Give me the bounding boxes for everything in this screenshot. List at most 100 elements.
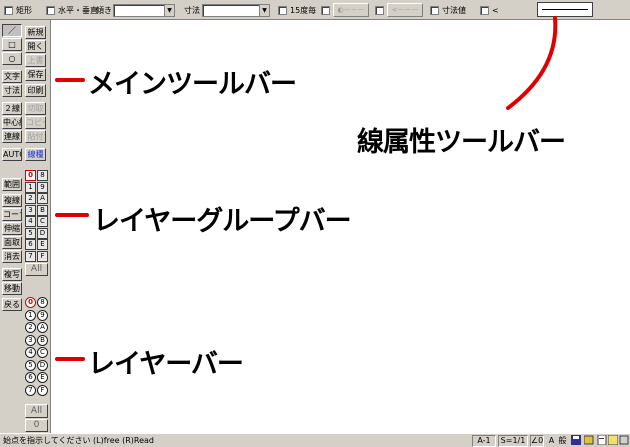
layer-group-cell[interactable]: F (37, 250, 48, 262)
layer-group-cell[interactable]: 6 (25, 239, 36, 250)
layer-cell[interactable]: C (37, 347, 48, 358)
deg15-label: 15度毎 (290, 5, 317, 15)
layer-group-cell[interactable]: C (37, 216, 48, 227)
layer-zero-button[interactable]: 0 (25, 419, 48, 432)
layer-group-cell[interactable]: 3 (25, 204, 36, 216)
stretch-button[interactable]: 伸縮 (2, 222, 22, 235)
btn1-checkbox[interactable] (321, 3, 333, 17)
layer-cell[interactable]: 9 (37, 309, 48, 321)
layer-cell[interactable]: 2 (25, 322, 36, 333)
hv-checkbox[interactable]: 水平・垂直 (46, 3, 98, 17)
layer-cell[interactable]: F (37, 384, 48, 396)
offset-line-button[interactable]: 複線 (2, 194, 22, 207)
tilt-combo[interactable]: ▼ (113, 4, 175, 17)
layer-cell[interactable]: B (37, 334, 48, 346)
cut-button[interactable]: 切取 (25, 102, 46, 115)
status-angle[interactable]: ∠0 (530, 435, 544, 447)
dim-combo[interactable]: ▼ (202, 4, 270, 17)
tilt-label: 傾き (96, 5, 112, 15)
layer-group-cell[interactable]: E (37, 239, 48, 250)
status-scale[interactable]: S=1/1 (498, 435, 528, 447)
save-button[interactable]: 保存 (25, 68, 46, 81)
layer-group-cell[interactable]: B (37, 204, 48, 216)
layer-group-cell[interactable]: A (37, 193, 48, 204)
layer-group-cell[interactable]: 7 (25, 250, 36, 262)
status-message: 始点を指示してください (L)free (R)Read (3, 436, 154, 445)
duplicate-button[interactable]: 複写 (2, 268, 22, 281)
linetype-button[interactable]: 線種 (25, 148, 46, 161)
line-button[interactable]: ／ (2, 24, 22, 37)
layer-group-cell[interactable]: 8 (37, 170, 48, 181)
layer-cell[interactable]: 5 (25, 359, 36, 371)
move-button[interactable]: 移動 (2, 282, 22, 295)
corner-button[interactable]: コーナー (2, 208, 22, 221)
copy-button[interactable]: コピー (25, 116, 46, 129)
layer-group-cell[interactable]: 4 (25, 216, 36, 227)
open-button[interactable]: 開く (25, 40, 46, 53)
layer-group-all-button[interactable]: All (25, 263, 48, 276)
layer-group-cell[interactable]: 9 (37, 181, 48, 193)
chamfer-button[interactable]: 面取 (2, 236, 22, 249)
arrow-line-attr (506, 16, 558, 110)
rect-button[interactable]: □ (2, 38, 22, 51)
doc-icon[interactable] (596, 434, 607, 446)
chevron-down-icon[interactable]: ▼ (259, 5, 269, 16)
chevron-down-icon[interactable]: ▼ (164, 5, 174, 16)
layer-group-cell[interactable]: 1 (25, 181, 36, 193)
layer-group-cell[interactable]: 0 (25, 170, 36, 181)
layer-group-cell[interactable]: D (37, 227, 48, 239)
layer-group-cell[interactable]: 5 (25, 227, 36, 239)
text-button[interactable]: 文字 (2, 70, 22, 83)
layer-cell[interactable]: A (37, 322, 48, 333)
layer-cell[interactable]: 6 (25, 372, 36, 383)
double-line-button[interactable]: ２線 (2, 102, 22, 115)
lt-checkbox[interactable]: < (480, 3, 499, 17)
general-icon[interactable]: 般 (557, 435, 568, 446)
dimval-checkbox[interactable]: 寸法値 (430, 3, 466, 17)
erase-button[interactable]: 消去 (2, 250, 22, 263)
status-layer[interactable]: A-1 (472, 435, 496, 447)
arrow-mode-button[interactable]: <－－－ (387, 3, 423, 17)
layer-group-cell[interactable]: 2 (25, 193, 36, 204)
new-button[interactable]: 新規 (25, 26, 46, 39)
dimension-button[interactable]: 寸法 (2, 84, 22, 97)
layer-cell[interactable]: D (37, 359, 48, 371)
annotation-main-toolbar: メインツールバー (88, 69, 297, 100)
point-mode-button[interactable]: ◐－－－ (333, 3, 369, 17)
rect-checkbox[interactable]: 矩形 (4, 3, 32, 17)
text-a-icon[interactable]: A (546, 435, 557, 446)
annotation-layer: レイヤーバー (88, 349, 244, 380)
centerline-button[interactable]: 中心線 (2, 116, 22, 129)
undo-button[interactable]: 戻る (2, 298, 22, 311)
layer-cell[interactable]: E (37, 372, 48, 383)
line-sample-icon (542, 9, 588, 10)
annotation-line-attr: 線属性ツールバー (357, 127, 566, 158)
layer-cell[interactable]: 4 (25, 347, 36, 358)
status-bar: 始点を指示してください (L)free (R)Read A-1 S=1/1 ∠0… (0, 433, 630, 447)
arrow-main-toolbar (55, 78, 85, 82)
paste-button[interactable]: 貼付 (25, 130, 46, 143)
exit-icon[interactable] (618, 435, 629, 446)
layer-all-button[interactable]: All (25, 404, 48, 418)
layer-cell[interactable]: 1 (25, 309, 36, 321)
layer-cell[interactable]: 8 (37, 297, 48, 308)
layer-cell[interactable]: 3 (25, 334, 36, 346)
btn2-checkbox[interactable] (375, 3, 387, 17)
hv-label: 水平・垂直 (58, 5, 98, 15)
dim-label: 寸法 (184, 5, 200, 15)
arrow-layer-group (55, 213, 89, 217)
layer-cell[interactable]: 7 (25, 384, 36, 396)
continuous-line-button[interactable]: 連線 (2, 130, 22, 143)
auto-mode-button[interactable]: AUTO (2, 148, 22, 161)
arrow-layer (55, 357, 85, 361)
circle-button[interactable]: ○ (2, 52, 22, 65)
layer-cell[interactable]: 0 (25, 297, 36, 308)
overwrite-button[interactable]: 上書 (25, 54, 46, 67)
print-button[interactable]: 印刷 (25, 84, 46, 97)
calc-icon[interactable] (607, 434, 618, 446)
note-icon[interactable] (583, 435, 594, 446)
disk-icon[interactable] (570, 435, 581, 446)
dimval-label: 寸法値 (442, 5, 466, 15)
range-button[interactable]: 範囲 (2, 178, 22, 191)
deg15-checkbox[interactable]: 15度毎 (278, 3, 316, 17)
